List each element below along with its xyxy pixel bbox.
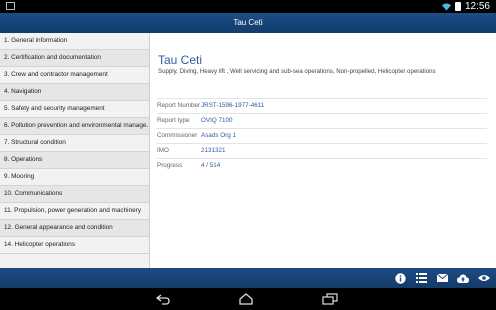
action-toolbar (0, 268, 496, 288)
mail-icon[interactable] (436, 272, 448, 284)
sidebar-item-propulsion[interactable]: 11. Propulsion, power generation and mac… (0, 203, 149, 220)
field-report-number: Report Number JRST-1596-1977-4611 (157, 98, 487, 112)
sidebar-item-safety[interactable]: 5. Safety and security management (0, 101, 149, 118)
info-icon[interactable] (394, 272, 406, 284)
list-icon[interactable] (415, 272, 427, 284)
back-icon[interactable] (155, 293, 171, 305)
field-label: Progress (157, 162, 183, 169)
battery-icon (454, 2, 461, 11)
field-report-type: Report type OVIQ 7100 (157, 113, 487, 127)
field-progress: Progress 4 / 514 (157, 158, 487, 172)
sidebar-item-crew[interactable]: 3. Crew and contractor management (0, 67, 149, 84)
sidebar-item-general-information[interactable]: 1. General information (0, 33, 149, 50)
app-title-bar: Tau Ceti (0, 13, 496, 33)
status-bar: 12:56 (0, 0, 496, 13)
eye-icon[interactable] (478, 272, 490, 284)
sidebar-item-pollution[interactable]: 6. Pollution prevention and environmenta… (0, 118, 149, 135)
field-value: 4 / 514 (201, 162, 221, 169)
field-commissioner: Commissioner Asads Org 1 (157, 128, 487, 142)
sidebar-item-communications[interactable]: 10. Communications (0, 186, 149, 203)
sidebar-item-mooring[interactable]: 9. Mooring (0, 169, 149, 186)
sidebar-item-operations[interactable]: 8. Operations (0, 152, 149, 169)
field-value: OVIQ 7100 (201, 117, 233, 124)
upload-icon[interactable] (457, 272, 469, 284)
sidebar-item-navigation[interactable]: 4. Navigation (0, 84, 149, 101)
notification-icon (6, 2, 15, 10)
field-value: JRST-1596-1977-4611 (201, 102, 265, 109)
page-title: Tau Ceti (233, 18, 263, 27)
field-label: IMO (157, 147, 169, 154)
field-label: Report type (157, 117, 190, 124)
field-imo: IMO 2131321 (157, 143, 487, 157)
clock: 12:56 (464, 1, 490, 12)
report-title: Tau Ceti (158, 53, 203, 67)
recent-apps-icon[interactable] (322, 293, 338, 305)
field-value: 2131321 (201, 147, 226, 154)
status-right: 12:56 (441, 0, 490, 13)
system-navigation-bar (0, 288, 496, 310)
report-detail: Tau Ceti Supply, Diving, Heavy lift , We… (150, 33, 496, 268)
wifi-icon (441, 2, 451, 11)
sidebar-item-structural[interactable]: 7. Structural condition (0, 135, 149, 152)
sidebar-item-appearance[interactable]: 12. General appearance and condition (0, 220, 149, 237)
field-label: Report Number (157, 102, 201, 109)
field-value: Asads Org 1 (201, 132, 236, 139)
report-subtitle: Supply, Diving, Heavy lift , Well servic… (158, 68, 436, 75)
home-icon[interactable] (238, 293, 254, 305)
sidebar: 1. General information 2. Certification … (0, 33, 150, 268)
field-label: Commissioner (157, 132, 198, 139)
sidebar-item-certification[interactable]: 2. Certification and documentation (0, 50, 149, 67)
sidebar-item-helicopter[interactable]: 14. Helicopter operations (0, 237, 149, 254)
